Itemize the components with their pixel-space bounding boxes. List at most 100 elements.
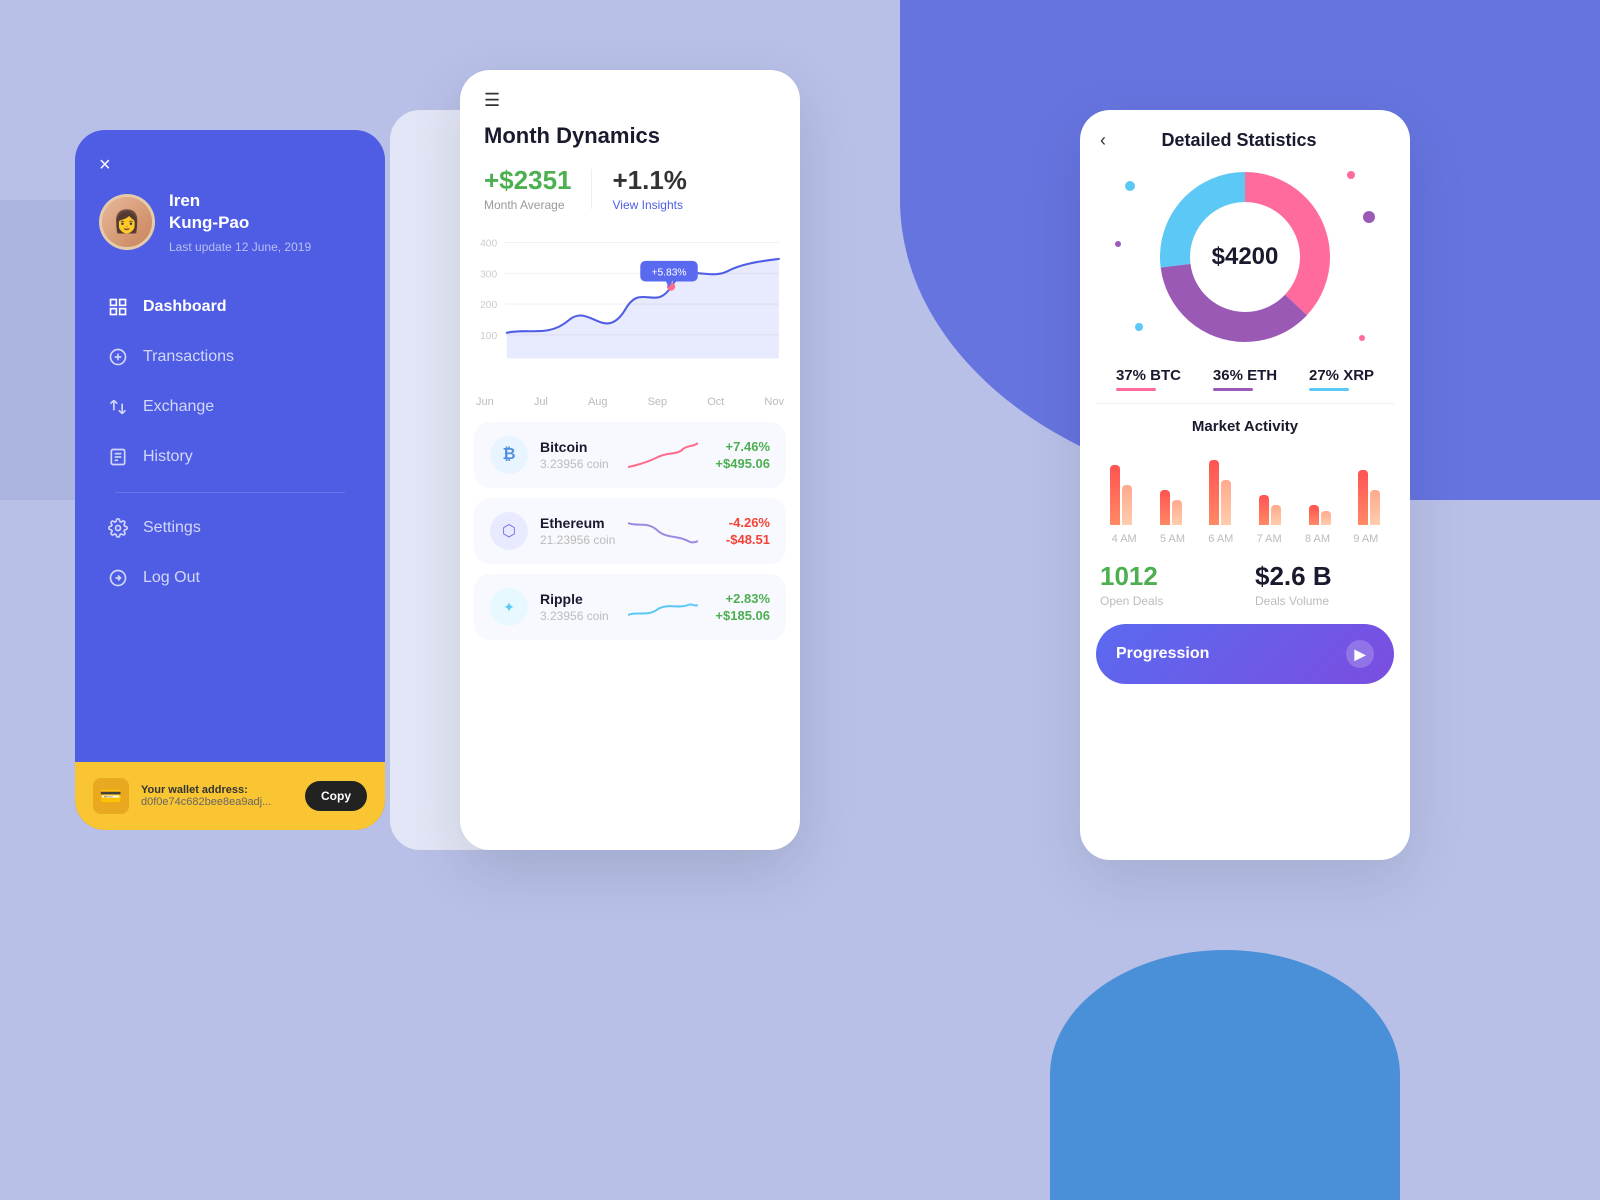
- bar-group-8am: [1299, 505, 1341, 525]
- nav-label-history: History: [143, 448, 193, 466]
- user-info: Iren Kung-Pao Last update 12 June, 2019: [169, 190, 311, 254]
- crypto-item-eth[interactable]: ⬡ Ethereum 21.23956 coin -4.26% -$48.51: [474, 498, 786, 564]
- crypto-list: ₿ Bitcoin 3.23956 coin +7.46% +$495.06 ⬡…: [460, 408, 800, 640]
- nav-item-dashboard[interactable]: Dashboard: [95, 282, 365, 332]
- dot-6: [1115, 241, 1121, 247]
- btc-usd: +$495.06: [710, 456, 770, 471]
- dot-3: [1363, 211, 1375, 223]
- chart-label-jun: Jun: [476, 396, 494, 408]
- eth-mini-chart: [628, 513, 698, 549]
- bar-6am-2: [1221, 480, 1231, 525]
- svg-text:200: 200: [480, 300, 497, 311]
- legend-eth: 36% ETH: [1213, 367, 1277, 391]
- wallet-text: Your wallet address: d0f0e74c682bee8ea9a…: [141, 784, 271, 808]
- bar-chart: [1100, 449, 1390, 529]
- avatar-image: 👩: [102, 197, 152, 247]
- progression-arrow-icon: ▶: [1346, 640, 1374, 668]
- nav-item-exchange[interactable]: Exchange: [95, 382, 365, 432]
- donut-section: $4200: [1080, 151, 1410, 363]
- market-activity-section: Market Activity: [1080, 404, 1410, 545]
- bar-group-6am: [1199, 460, 1241, 525]
- open-deals-stat: 1012 Open Deals: [1100, 561, 1235, 608]
- chart-label-oct: Oct: [707, 396, 724, 408]
- xrp-logo: ✦: [490, 588, 528, 626]
- panel-title: Detailed Statistics: [1116, 130, 1362, 151]
- xrp-name: Ripple: [540, 591, 616, 607]
- btc-change: +7.46% +$495.06: [710, 439, 770, 471]
- chart-label-aug: Aug: [588, 396, 608, 408]
- market-title: Market Activity: [1100, 418, 1390, 435]
- nav-item-transactions[interactable]: Transactions: [95, 332, 365, 382]
- legend-eth-pct: 36% ETH: [1213, 367, 1277, 384]
- crypto-item-btc[interactable]: ₿ Bitcoin 3.23956 coin +7.46% +$495.06: [474, 422, 786, 488]
- bar-9am-2: [1370, 490, 1380, 525]
- avatar: 👩: [99, 194, 155, 250]
- xrp-usd: +$185.06: [710, 608, 770, 623]
- bar-4am-2: [1122, 485, 1132, 525]
- nav-label-transactions: Transactions: [143, 348, 234, 366]
- menu-panel: × 👩 Iren Kung-Pao Last update 12 June, 2…: [75, 130, 385, 830]
- xrp-info: Ripple 3.23956 coin: [540, 591, 616, 623]
- bar-group-9am: [1348, 470, 1390, 525]
- exchange-icon: [107, 396, 129, 418]
- bar-7am-2: [1271, 505, 1281, 525]
- svg-text:300: 300: [480, 269, 497, 280]
- legend-eth-bar: [1213, 388, 1253, 391]
- btc-coin: 3.23956 coin: [540, 457, 616, 471]
- chart-x-labels: Jun Jul Aug Sep Oct Nov: [460, 392, 800, 408]
- hamburger-icon[interactable]: ☰: [460, 70, 800, 111]
- deals-volume-stat: $2.6 B Deals Volume: [1255, 561, 1390, 608]
- last-update: Last update 12 June, 2019: [169, 240, 311, 254]
- open-deals-value: 1012: [1100, 561, 1235, 592]
- stats-bottom: 1012 Open Deals $2.6 B Deals Volume: [1080, 545, 1410, 608]
- panel-header: ‹ Detailed Statistics: [1080, 110, 1410, 151]
- nav-item-history[interactable]: History: [95, 432, 365, 482]
- close-button[interactable]: ×: [99, 154, 111, 177]
- bar-group-7am: [1249, 495, 1291, 525]
- crypto-item-xrp[interactable]: ✦ Ripple 3.23956 coin +2.83% +$185.06: [474, 574, 786, 640]
- legend-xrp-pct: 27% XRP: [1309, 367, 1374, 384]
- xrp-change: +2.83% +$185.06: [710, 591, 770, 623]
- back-button[interactable]: ‹: [1100, 130, 1106, 151]
- bar-7am-1: [1259, 495, 1269, 525]
- legend-xrp-bar: [1309, 388, 1349, 391]
- settings-icon: [107, 517, 129, 539]
- bg-blob-bottom: [1050, 950, 1400, 1200]
- progression-label: Progression: [1116, 645, 1209, 663]
- month-avg-value: +$2351: [484, 165, 571, 196]
- insight-stat: +1.1% View Insights: [612, 165, 686, 212]
- xrp-mini-chart: [628, 589, 698, 625]
- nav-item-logout[interactable]: Log Out: [95, 553, 365, 603]
- deals-volume-label: Deals Volume: [1255, 594, 1390, 608]
- btc-pct: +7.46%: [710, 439, 770, 454]
- detailed-stats-panel: ‹ Detailed Statistics: [1080, 110, 1410, 860]
- bar-label-7am: 7 AM: [1245, 533, 1293, 545]
- bar-label-4am: 4 AM: [1100, 533, 1148, 545]
- legend-row: 37% BTC 36% ETH 27% XRP: [1080, 363, 1410, 403]
- dot-5: [1135, 323, 1143, 331]
- svg-text:400: 400: [480, 239, 497, 250]
- month-dynamics-panel: ☰ Month Dynamics +$2351 Month Average +1…: [460, 70, 800, 850]
- progression-button[interactable]: Progression ▶: [1096, 624, 1394, 684]
- eth-name: Ethereum: [540, 515, 616, 531]
- stats-row: +$2351 Month Average +1.1% View Insights: [460, 149, 800, 212]
- svg-text:100: 100: [480, 331, 497, 342]
- btc-logo: ₿: [490, 436, 528, 474]
- panel-title: Month Dynamics: [460, 111, 800, 149]
- copy-button[interactable]: Copy: [305, 781, 367, 811]
- bar-group-5am: [1150, 490, 1192, 525]
- bar-label-6am: 6 AM: [1197, 533, 1245, 545]
- month-avg-label: Month Average: [484, 198, 571, 212]
- bar-label-5am: 5 AM: [1148, 533, 1196, 545]
- eth-logo: ⬡: [490, 512, 528, 550]
- eth-usd: -$48.51: [710, 532, 770, 547]
- nav-item-settings[interactable]: Settings: [95, 503, 365, 553]
- dot-1: [1125, 181, 1135, 191]
- donut-chart: $4200: [1155, 167, 1335, 347]
- nav-label-logout: Log Out: [143, 569, 200, 587]
- logout-icon: [107, 567, 129, 589]
- insight-label[interactable]: View Insights: [612, 198, 686, 212]
- chart-label-jul: Jul: [534, 396, 548, 408]
- nav-divider: [115, 492, 345, 493]
- eth-change: -4.26% -$48.51: [710, 515, 770, 547]
